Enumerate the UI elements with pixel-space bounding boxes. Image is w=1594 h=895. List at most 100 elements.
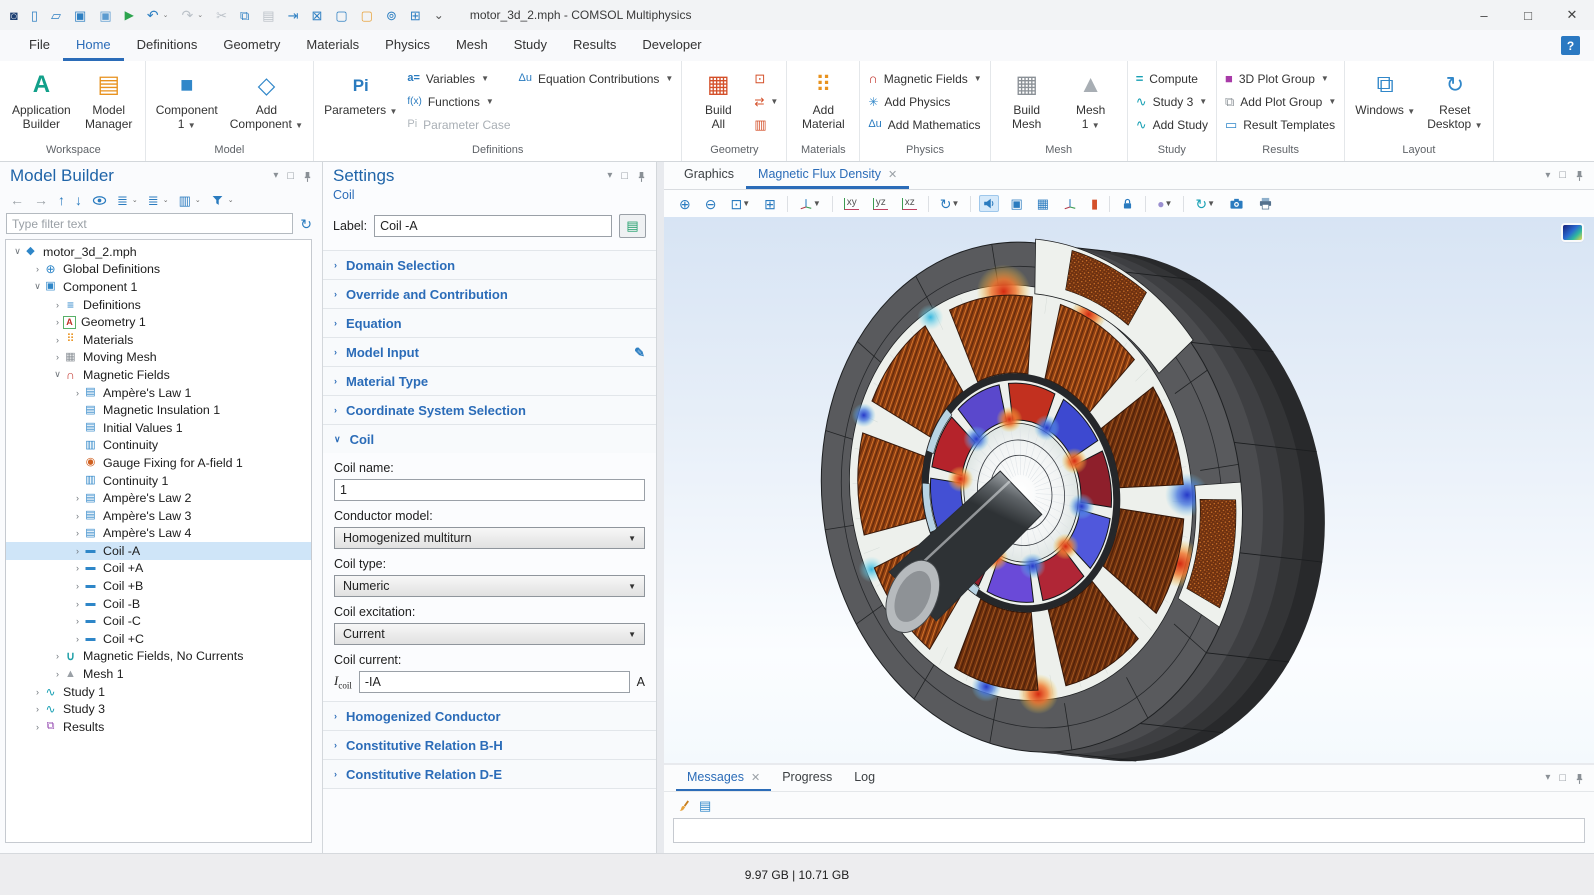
- tree-item-magnetic-fields-no-currents[interactable]: ›∪Magnetic Fields, No Currents: [6, 648, 311, 666]
- tree-item-continuity-1[interactable]: ▥Continuity 1: [6, 472, 311, 490]
- pin-icon[interactable]: [303, 171, 312, 182]
- axis-button[interactable]: [1060, 195, 1080, 212]
- chevron-right-icon[interactable]: ›: [72, 634, 83, 644]
- tree-item-geometry-1[interactable]: ›AGeometry 1: [6, 313, 311, 331]
- show-icon[interactable]: [92, 194, 107, 207]
- tree-item-motor-3d-2-mph[interactable]: ∨◆motor_3d_2.mph: [6, 243, 311, 261]
- section-constitutive-relation-d-e[interactable]: ›Constitutive Relation D-E: [323, 759, 656, 788]
- find-icon[interactable]: ⊚: [386, 9, 397, 22]
- mesh-1-button[interactable]: ▲Mesh1 ▼: [1060, 64, 1122, 140]
- chevron-down-icon[interactable]: ⌄: [163, 11, 169, 19]
- minimize-icon[interactable]: –: [1462, 0, 1506, 30]
- remove-details-button[interactable]: ▥: [751, 115, 781, 134]
- plot-thumbnail-icon[interactable]: [1563, 225, 1582, 240]
- chevron-right-icon[interactable]: ›: [52, 335, 63, 345]
- add-mathematics-button[interactable]: ΔuAdd Mathematics: [865, 115, 984, 134]
- chevron-down-icon[interactable]: ⌄: [197, 11, 203, 19]
- section-material-type[interactable]: ›Material Type: [323, 366, 656, 395]
- chevron-right-icon[interactable]: ›: [32, 722, 43, 732]
- tree-filter-input[interactable]: [6, 213, 293, 234]
- result-templates-button[interactable]: ▭Result Templates: [1222, 115, 1339, 134]
- tree-item-component-1[interactable]: ∨▣Component 1: [6, 278, 311, 296]
- panel-splitter[interactable]: [657, 162, 664, 853]
- variables-button[interactable]: a=Variables▼: [404, 69, 513, 88]
- motor-3d-plot[interactable]: [664, 217, 1594, 763]
- chevron-down-icon[interactable]: ⌄: [132, 196, 138, 204]
- image-snapshot-button[interactable]: [1226, 195, 1247, 212]
- tree-item-magnetic-insulation-1[interactable]: ▤Magnetic Insulation 1: [6, 401, 311, 419]
- float-panel-icon[interactable]: □: [1559, 773, 1566, 784]
- tree-item-results[interactable]: ›⧉Results: [6, 718, 311, 736]
- tree-item-amp-re-s-law-1[interactable]: ›▤Ampère's Law 1: [6, 384, 311, 402]
- chevron-right-icon[interactable]: ›: [72, 493, 83, 503]
- tree-item-coil-b[interactable]: ›▬Coil -B: [6, 595, 311, 613]
- section-coordinate-system-selection[interactable]: ›Coordinate System Selection: [323, 395, 656, 424]
- windows-button[interactable]: ⧉Windows ▼: [1350, 64, 1420, 140]
- equation-contributions-button[interactable]: ΔuEquation Contributions▼: [516, 69, 677, 88]
- pin-icon[interactable]: [1575, 773, 1584, 784]
- menu-tab-study[interactable]: Study: [501, 30, 560, 61]
- reset-desktop-button[interactable]: ↻ResetDesktop ▼: [1422, 64, 1487, 140]
- build-mesh-button[interactable]: ▦BuildMesh: [996, 64, 1058, 140]
- messages-tab-log[interactable]: Log: [843, 765, 886, 791]
- chevron-right-icon[interactable]: ›: [52, 352, 63, 362]
- section-model-input[interactable]: ›Model Input✎: [323, 337, 656, 366]
- app-logo-icon[interactable]: ◙: [10, 9, 18, 22]
- chevron-right-icon[interactable]: ›: [72, 563, 83, 573]
- zoom-box-button[interactable]: ⊡▼: [727, 195, 753, 213]
- speaker-button[interactable]: [979, 195, 999, 212]
- panel-menu-icon[interactable]: ▾: [607, 171, 612, 181]
- panel-menu-icon[interactable]: ▾: [1545, 171, 1550, 181]
- graphics-tab-magnetic-flux-density[interactable]: Magnetic Flux Density✕: [746, 162, 909, 189]
- tree-item-coil-a[interactable]: ›▬Coil +A: [6, 560, 311, 578]
- label-field-input[interactable]: [374, 215, 612, 237]
- rename-icon[interactable]: ▤: [619, 214, 646, 238]
- message-table-icon[interactable]: ▤: [699, 799, 711, 812]
- delete-icon[interactable]: ⊠: [311, 9, 322, 22]
- chevron-right-icon[interactable]: ›: [32, 264, 43, 274]
- update-plot-button[interactable]: ↻▼: [1192, 195, 1218, 213]
- color-legend-button[interactable]: ▮: [1088, 195, 1101, 212]
- add-plot-group-button[interactable]: ⧉Add Plot Group▼: [1222, 92, 1339, 111]
- conductor-model-select[interactable]: Homogenized multiturn ▼: [334, 527, 645, 549]
- save-as-icon[interactable]: ▣: [99, 9, 111, 22]
- section-equation[interactable]: ›Equation: [323, 308, 656, 337]
- view-yz-button[interactable]: yz: [870, 196, 891, 212]
- application-builder-button[interactable]: AApplicationBuilder: [7, 64, 76, 140]
- float-panel-icon[interactable]: □: [621, 171, 628, 182]
- tree-columns-icon[interactable]: ▥: [179, 194, 191, 207]
- duplicate-icon[interactable]: ⇥: [288, 9, 299, 22]
- menu-tab-materials[interactable]: Materials: [293, 30, 372, 61]
- menu-tab-physics[interactable]: Physics: [372, 30, 443, 61]
- chevron-right-icon[interactable]: ›: [72, 616, 83, 626]
- graphics-tab-graphics[interactable]: Graphics: [672, 162, 746, 189]
- chevron-right-icon[interactable]: ›: [32, 704, 43, 714]
- chevron-right-icon[interactable]: ›: [52, 300, 63, 310]
- refresh-icon[interactable]: ↻: [300, 217, 312, 231]
- pin-icon[interactable]: [637, 171, 646, 182]
- float-panel-icon[interactable]: □: [287, 171, 294, 182]
- tree-item-coil-c[interactable]: ›▬Coil -C: [6, 612, 311, 630]
- tree-item-global-definitions[interactable]: ›⊕Global Definitions: [6, 261, 311, 279]
- build-all-button[interactable]: ▦BuildAll: [687, 64, 749, 140]
- coil-name-input[interactable]: [334, 479, 645, 501]
- menu-tab-results[interactable]: Results: [560, 30, 629, 61]
- edit-model-input-icon[interactable]: ✎: [634, 346, 645, 359]
- go-to-view-button[interactable]: ▼: [796, 195, 824, 212]
- zoom-in-button[interactable]: ⊕: [676, 195, 694, 213]
- study-3-button[interactable]: ∿Study 3▼: [1133, 92, 1211, 111]
- menu-tab-home[interactable]: Home: [63, 30, 124, 61]
- zoom-extents-button[interactable]: ⊞: [761, 195, 779, 213]
- panel-menu-icon[interactable]: ▾: [273, 171, 278, 181]
- chevron-down-icon[interactable]: ∨: [52, 369, 63, 380]
- scene-light-button[interactable]: ▣: [1007, 195, 1025, 212]
- section-constitutive-relation-b-h[interactable]: ›Constitutive Relation B-H: [323, 730, 656, 759]
- tree-item-amp-re-s-law-2[interactable]: ›▤Ampère's Law 2: [6, 489, 311, 507]
- insert-sequence-button[interactable]: ⊡: [751, 69, 781, 88]
- move-up-icon[interactable]: ↑: [58, 193, 65, 207]
- paste-icon[interactable]: ▤: [262, 9, 274, 22]
- float-panel-icon[interactable]: □: [1559, 170, 1566, 181]
- view-log-icon[interactable]: ⊞: [410, 9, 421, 22]
- material-rendering-button[interactable]: ●▼: [1154, 196, 1175, 212]
- chevron-right-icon[interactable]: ›: [72, 581, 83, 591]
